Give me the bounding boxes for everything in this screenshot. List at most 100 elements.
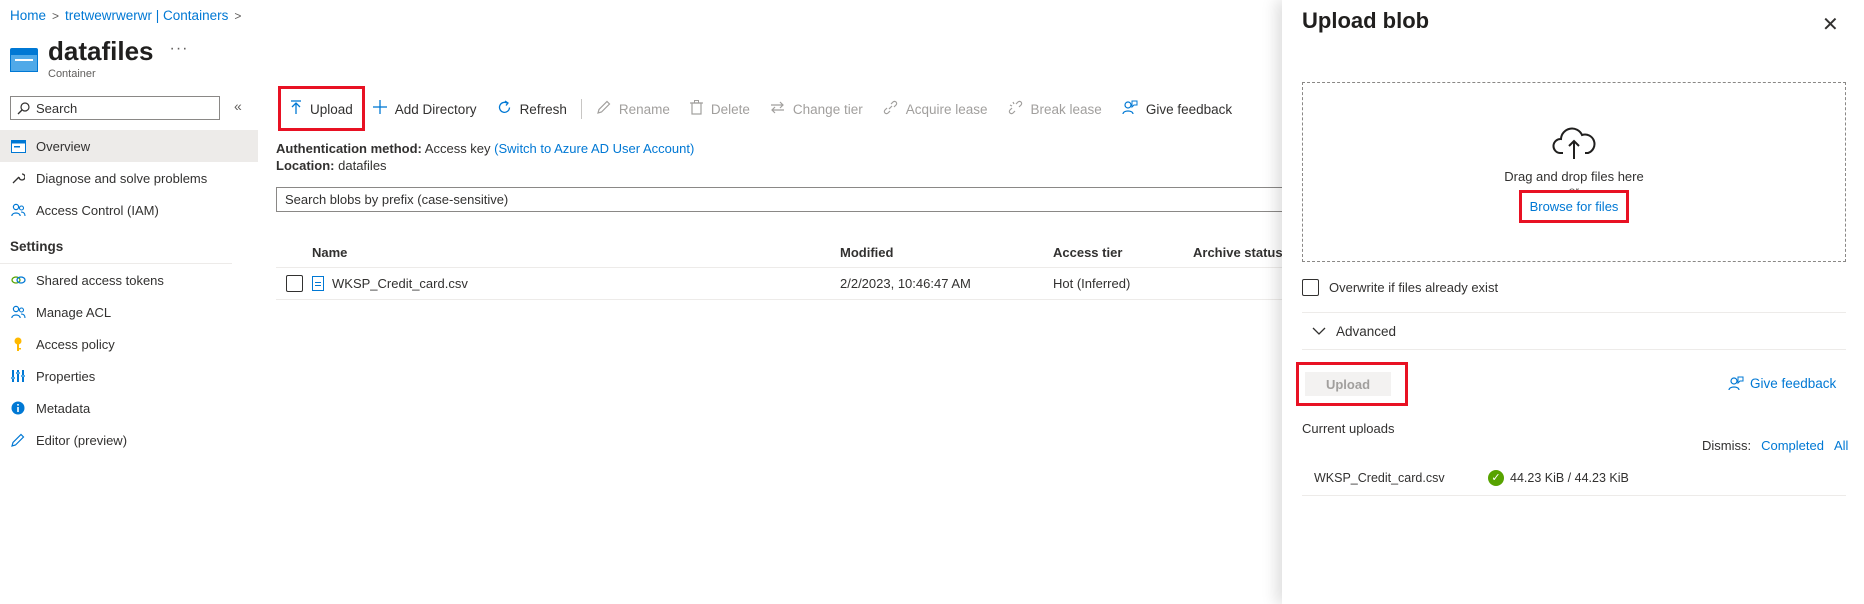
blob-modified: 2/2/2023, 10:46:47 AM [840,276,971,291]
overwrite-option[interactable]: Overwrite if files already exist [1302,279,1498,296]
change-tier-label: Change tier [792,101,863,117]
browse-files-link[interactable]: Browse for files [1518,190,1630,223]
break-lease-label: Break lease [1030,101,1102,117]
pencil-icon [10,432,26,448]
blob-access-tier: Hot (Inferred) [1053,276,1131,291]
feedback-icon [1122,100,1138,119]
upload-item: WKSP_Credit_card.csv ✓ 44.23 KiB / 44.23… [1302,460,1846,496]
sidebar-item-properties[interactable]: Properties [0,360,258,392]
sidebar-item-metadata[interactable]: Metadata [0,392,258,424]
column-header-modified[interactable]: Modified [840,245,1053,260]
add-directory-label: Add Directory [394,101,477,117]
sidebar-nav: Overview Diagnose and solve problems Acc… [0,130,258,456]
sidebar-search-input[interactable] [36,100,216,116]
advanced-section-toggle[interactable]: Advanced [1302,312,1846,350]
current-uploads-heading: Current uploads [1302,421,1395,436]
page-header: datafiles ··· Container [10,36,188,80]
sidebar-item-editor[interactable]: Editor (preview) [0,424,258,456]
people-icon [10,304,26,320]
switch-auth-link[interactable]: (Switch to Azure AD User Account) [494,141,694,156]
sidebar-search[interactable] [10,96,220,120]
location-value: datafiles [338,158,387,173]
sidebar-item-label: Manage ACL [36,304,112,320]
rename-button[interactable]: Rename [586,94,680,124]
auth-method-label: Authentication method: [276,141,422,156]
collapse-sidebar-icon[interactable]: « [234,98,242,114]
sidebar-item-label: Access Control (IAM) [36,202,159,218]
upload-file-name: WKSP_Credit_card.csv [1314,470,1445,485]
more-options-icon[interactable]: ··· [170,40,189,58]
breadcrumb-separator: > [234,8,242,23]
swap-arrows-icon [770,101,785,118]
column-header-access-tier[interactable]: Access tier [1053,245,1193,260]
dismiss-label: Dismiss: [1702,438,1752,453]
sidebar-item-access-policy[interactable]: Access policy [0,328,258,360]
sidebar-item-label: Diagnose and solve problems [36,170,208,186]
overwrite-checkbox[interactable] [1302,279,1319,296]
break-lease-button[interactable]: Break lease [998,94,1112,124]
advanced-label: Advanced [1336,323,1397,339]
breadcrumb-separator: > [52,8,60,23]
refresh-button[interactable]: Refresh [487,94,577,124]
page-title: datafiles [48,36,154,66]
command-bar: Upload Add Directory Refresh Rename Dele… [280,94,1242,124]
drop-instructions: Drag and drop files here [1504,169,1644,184]
link-icon [10,272,26,288]
upload-button[interactable]: Upload [280,94,363,124]
blob-search-input[interactable] [285,192,1185,207]
sidebar-item-label: Editor (preview) [36,432,128,448]
chevron-down-icon [1312,327,1326,335]
overview-icon [10,138,26,154]
sidebar-item-iam[interactable]: Access Control (IAM) [0,194,258,226]
search-icon [17,101,30,114]
sidebar-item-shared-access-tokens[interactable]: Shared access tokens [0,264,258,296]
checkmark-icon: ✓ [1488,469,1504,486]
refresh-label: Refresh [519,101,567,117]
row-checkbox[interactable] [285,275,303,292]
plus-icon [372,100,387,118]
upload-blob-panel: Upload blob ✕ Drag and drop files here o… [1282,0,1864,604]
change-tier-button[interactable]: Change tier [760,94,873,124]
panel-give-feedback-link[interactable]: Give feedback [1728,376,1836,391]
dismiss-all-link[interactable]: All [1834,438,1848,453]
lease-link-icon [883,100,898,119]
file-icon [312,276,324,291]
panel-title: Upload blob [1302,8,1430,33]
settings-section-heading: Settings [0,230,232,264]
feedback-icon [1728,376,1744,391]
auth-method-value: Access key [424,141,491,156]
rename-label: Rename [618,101,670,117]
breadcrumb-home[interactable]: Home [10,8,46,23]
upload-icon [290,99,302,119]
dismiss-completed-link[interactable]: Completed [1761,438,1824,453]
close-icon[interactable]: ✕ [1822,12,1839,37]
give-feedback-button[interactable]: Give feedback [1112,94,1242,124]
sidebar-item-label: Metadata [36,400,91,416]
acquire-lease-label: Acquire lease [905,101,988,117]
sidebar-item-manage-acl[interactable]: Manage ACL [0,296,258,328]
sidebar-item-diagnose[interactable]: Diagnose and solve problems [0,162,258,194]
acquire-lease-button[interactable]: Acquire lease [873,94,998,124]
properties-icon [10,368,26,384]
blob-search[interactable] [276,187,1286,212]
column-header-archive-status[interactable]: Archive status [1193,245,1286,260]
refresh-icon [497,99,512,119]
cloud-upload-icon [1552,127,1596,159]
table-header: Name Modified Access tier Archive status [276,238,1286,268]
container-icon [10,48,38,72]
panel-upload-button[interactable]: Upload [1305,372,1391,396]
file-dropzone[interactable]: Drag and drop files here or Browse for f… [1302,82,1846,262]
delete-label: Delete [710,101,750,117]
column-header-name[interactable]: Name [312,245,840,260]
sidebar-item-label: Access policy [36,336,115,352]
breadcrumb-containers[interactable]: tretwewrwerwr | Containers [65,8,228,23]
sidebar-item-label: Shared access tokens [36,272,164,288]
table-row[interactable]: WKSP_Credit_card.csv 2/2/2023, 10:46:47 … [276,268,1286,300]
breadcrumb: Home > tretwewrwerwr | Containers > [10,8,241,23]
upload-button-label: Upload [310,101,353,117]
add-directory-button[interactable]: Add Directory [363,94,487,124]
container-info: Authentication method: Access key (Switc… [276,140,694,174]
delete-button[interactable]: Delete [680,94,760,124]
blob-name[interactable]: WKSP_Credit_card.csv [332,276,468,291]
sidebar-item-overview[interactable]: Overview [0,130,258,162]
